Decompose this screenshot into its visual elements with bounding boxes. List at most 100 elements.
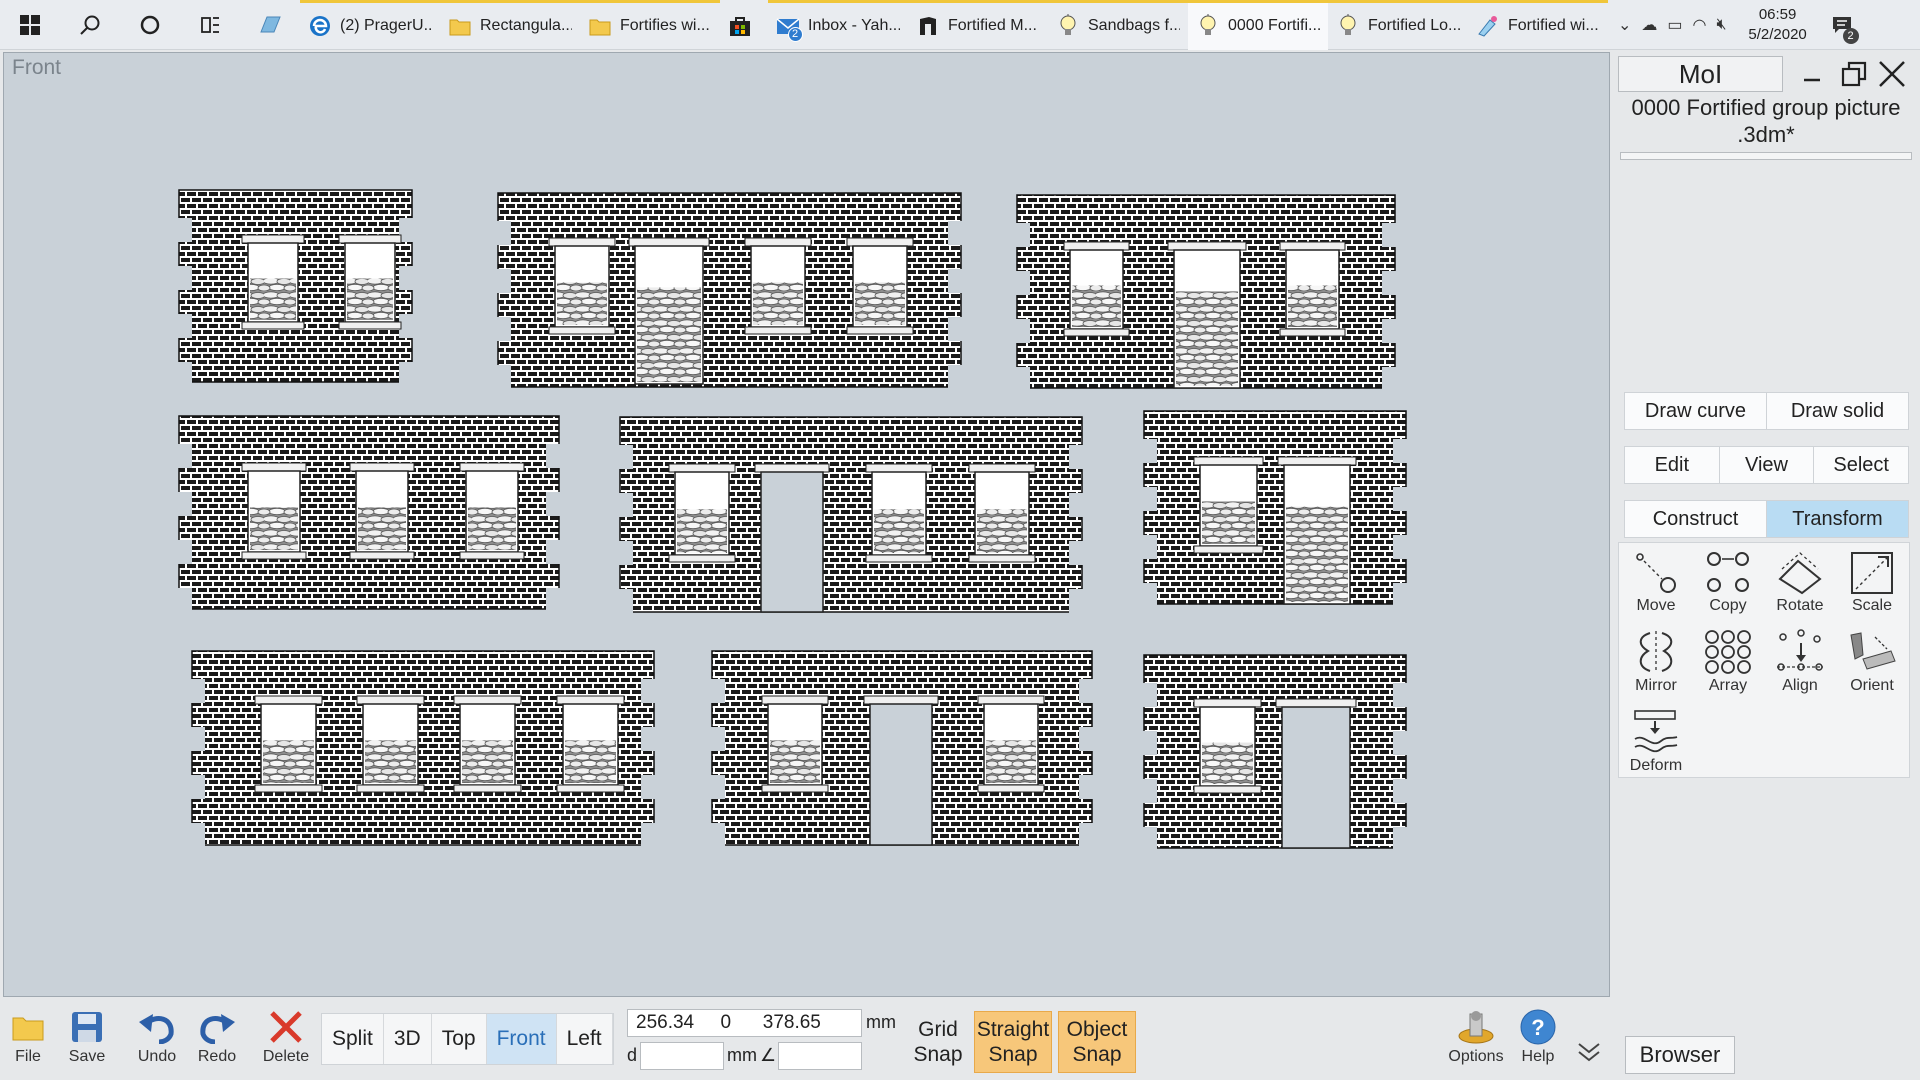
taskbar-app-9[interactable]: Fortified wi...	[1468, 0, 1608, 50]
taskbar-app-7[interactable]: 0000 Fortifi...	[1188, 0, 1328, 50]
taskbar-app-label: Fortified Lo...	[1368, 17, 1460, 34]
wall-panel-2[interactable]	[497, 192, 962, 389]
minimize-button[interactable]	[1792, 56, 1832, 92]
undo-button[interactable]: Undo	[132, 1006, 182, 1066]
notification-count: 2	[1842, 27, 1859, 44]
scale-tool[interactable]: Scale	[1837, 545, 1907, 623]
clock[interactable]: 06:59 5/2/2020	[1739, 5, 1817, 45]
coordinate-input[interactable]: 256.34 0 378.65	[627, 1009, 862, 1037]
transform-tools: Move Copy Rotate Scale Mirror Array Alig…	[1618, 542, 1910, 778]
taskbar-app-4[interactable]: 2 Inbox - Yah...	[768, 0, 908, 50]
deform-tool[interactable]: Deform	[1621, 705, 1691, 783]
wall-panel-5[interactable]	[619, 416, 1083, 613]
volume-muted-icon[interactable]: 🔇︎	[1717, 16, 1727, 34]
move-icon	[1636, 553, 1676, 593]
taskbar-app-label: Sandbags f...	[1088, 17, 1180, 34]
edge-icon	[308, 14, 332, 38]
close-button[interactable]	[1872, 56, 1912, 92]
app-pinned-icon[interactable]	[240, 0, 300, 50]
rotate-tool[interactable]: Rotate	[1765, 545, 1835, 623]
view-top-button[interactable]: Top	[432, 1014, 487, 1064]
cortana-icon[interactable]	[120, 0, 180, 50]
app-icon	[916, 14, 940, 38]
battery-icon[interactable]: ▭	[1667, 15, 1682, 35]
notification-icon[interactable]: 2	[1827, 10, 1859, 44]
taskbar-app-1[interactable]: Rectangula...	[440, 0, 580, 50]
options-button[interactable]: Options	[1444, 1006, 1508, 1066]
clock-date: 5/2/2020	[1748, 25, 1807, 43]
draw-solid-button[interactable]: Draw solid	[1767, 393, 1908, 429]
transform-tab[interactable]: Transform	[1767, 501, 1908, 537]
bulb-icon	[1336, 14, 1360, 38]
view-3d-button[interactable]: 3D	[384, 1014, 432, 1064]
taskbar-app-8[interactable]: Fortified Lo...	[1328, 0, 1468, 50]
taskbar-app-label: 0000 Fortifi...	[1228, 17, 1320, 34]
taskbar-app-3[interactable]	[720, 0, 768, 50]
file-button[interactable]: File	[6, 1006, 50, 1066]
cloud-icon[interactable]: ☁	[1641, 15, 1657, 35]
taskbar: (2) PragerU... Rectangula... Fortifies wi.…	[0, 0, 1920, 50]
title-progress-bar	[1620, 152, 1912, 160]
copy-tool[interactable]: Copy	[1693, 545, 1763, 623]
front-viewport[interactable]: Front	[3, 52, 1610, 997]
floppy-icon	[62, 1006, 112, 1048]
grid-snap-toggle[interactable]: Grid Snap	[899, 1011, 977, 1073]
array-icon	[1705, 630, 1751, 674]
help-button[interactable]: ? Help	[1515, 1006, 1561, 1066]
view-tabs: Split 3D Top Front Left	[321, 1013, 614, 1065]
taskbar-app-0[interactable]: (2) PragerU...	[300, 0, 440, 50]
chevron-up-icon[interactable]: ⌄	[1618, 15, 1631, 35]
start-icon[interactable]	[0, 0, 60, 50]
wall-panel-6[interactable]	[1143, 410, 1407, 607]
distance-input[interactable]	[640, 1042, 724, 1070]
view-split-button[interactable]: Split	[322, 1014, 384, 1064]
bulb-icon	[1056, 14, 1080, 38]
straight-snap-toggle[interactable]: Straight Snap	[974, 1011, 1052, 1073]
wall-panel-4[interactable]	[178, 415, 560, 612]
distance-unit-label: mm	[727, 1045, 757, 1065]
folder-icon	[6, 1006, 50, 1048]
taskbar-app-6[interactable]: Sandbags f...	[1048, 0, 1188, 50]
construct-row: Construct Transform	[1624, 500, 1909, 538]
taskbar-app-label: Fortifies wi...	[620, 17, 710, 34]
view-front-button[interactable]: Front	[486, 1014, 557, 1064]
taskbar-app-5[interactable]: Fortified M...	[908, 0, 1048, 50]
view-left-button[interactable]: Left	[557, 1014, 613, 1064]
svg-text:?: ?	[1531, 1015, 1544, 1040]
angle-icon: ∠	[760, 1045, 777, 1065]
mail-icon: 2	[776, 14, 803, 42]
delete-button[interactable]: Delete	[258, 1006, 314, 1066]
taskbar-app-2[interactable]: Fortifies wi...	[580, 0, 720, 50]
wall-panel-8[interactable]	[711, 650, 1093, 847]
align-tool[interactable]: Align	[1765, 625, 1835, 703]
distance-label: d	[627, 1045, 638, 1065]
deform-icon	[1634, 710, 1678, 753]
search-icon[interactable]	[60, 0, 120, 50]
draw-curve-button[interactable]: Draw curve	[1625, 393, 1767, 429]
wall-panel-9[interactable]	[1143, 654, 1407, 851]
edit-button[interactable]: Edit	[1625, 447, 1720, 483]
wall-panel-3[interactable]	[1016, 194, 1396, 391]
construct-tab[interactable]: Construct	[1625, 501, 1767, 537]
collapse-chevron-icon[interactable]	[1576, 1038, 1602, 1069]
delete-x-icon	[258, 1006, 314, 1048]
move-tool[interactable]: Move	[1621, 545, 1691, 623]
view-button[interactable]: View	[1720, 447, 1815, 483]
wall-panel-1[interactable]	[178, 189, 413, 386]
angle-input[interactable]	[778, 1042, 862, 1070]
select-button[interactable]: Select	[1814, 447, 1908, 483]
right-panel: MoI 0000 Fortified group picture .3dm* D…	[1616, 52, 1916, 997]
wifi-icon[interactable]: ◠	[1693, 15, 1707, 35]
wall-panel-7[interactable]	[191, 650, 655, 847]
array-tool[interactable]: Array	[1693, 625, 1763, 703]
model-canvas[interactable]	[4, 53, 1611, 998]
mirror-tool[interactable]: Mirror	[1621, 625, 1691, 703]
redo-button[interactable]: Redo	[192, 1006, 242, 1066]
orient-tool[interactable]: Orient	[1837, 625, 1907, 703]
browser-button[interactable]: Browser	[1625, 1036, 1735, 1074]
document-title: 0000 Fortified group picture .3dm*	[1631, 95, 1901, 147]
object-snap-toggle[interactable]: Object Snap	[1058, 1011, 1136, 1073]
save-button[interactable]: Save	[62, 1006, 112, 1066]
task-view-icon[interactable]	[180, 0, 240, 50]
restore-button[interactable]	[1834, 56, 1874, 92]
